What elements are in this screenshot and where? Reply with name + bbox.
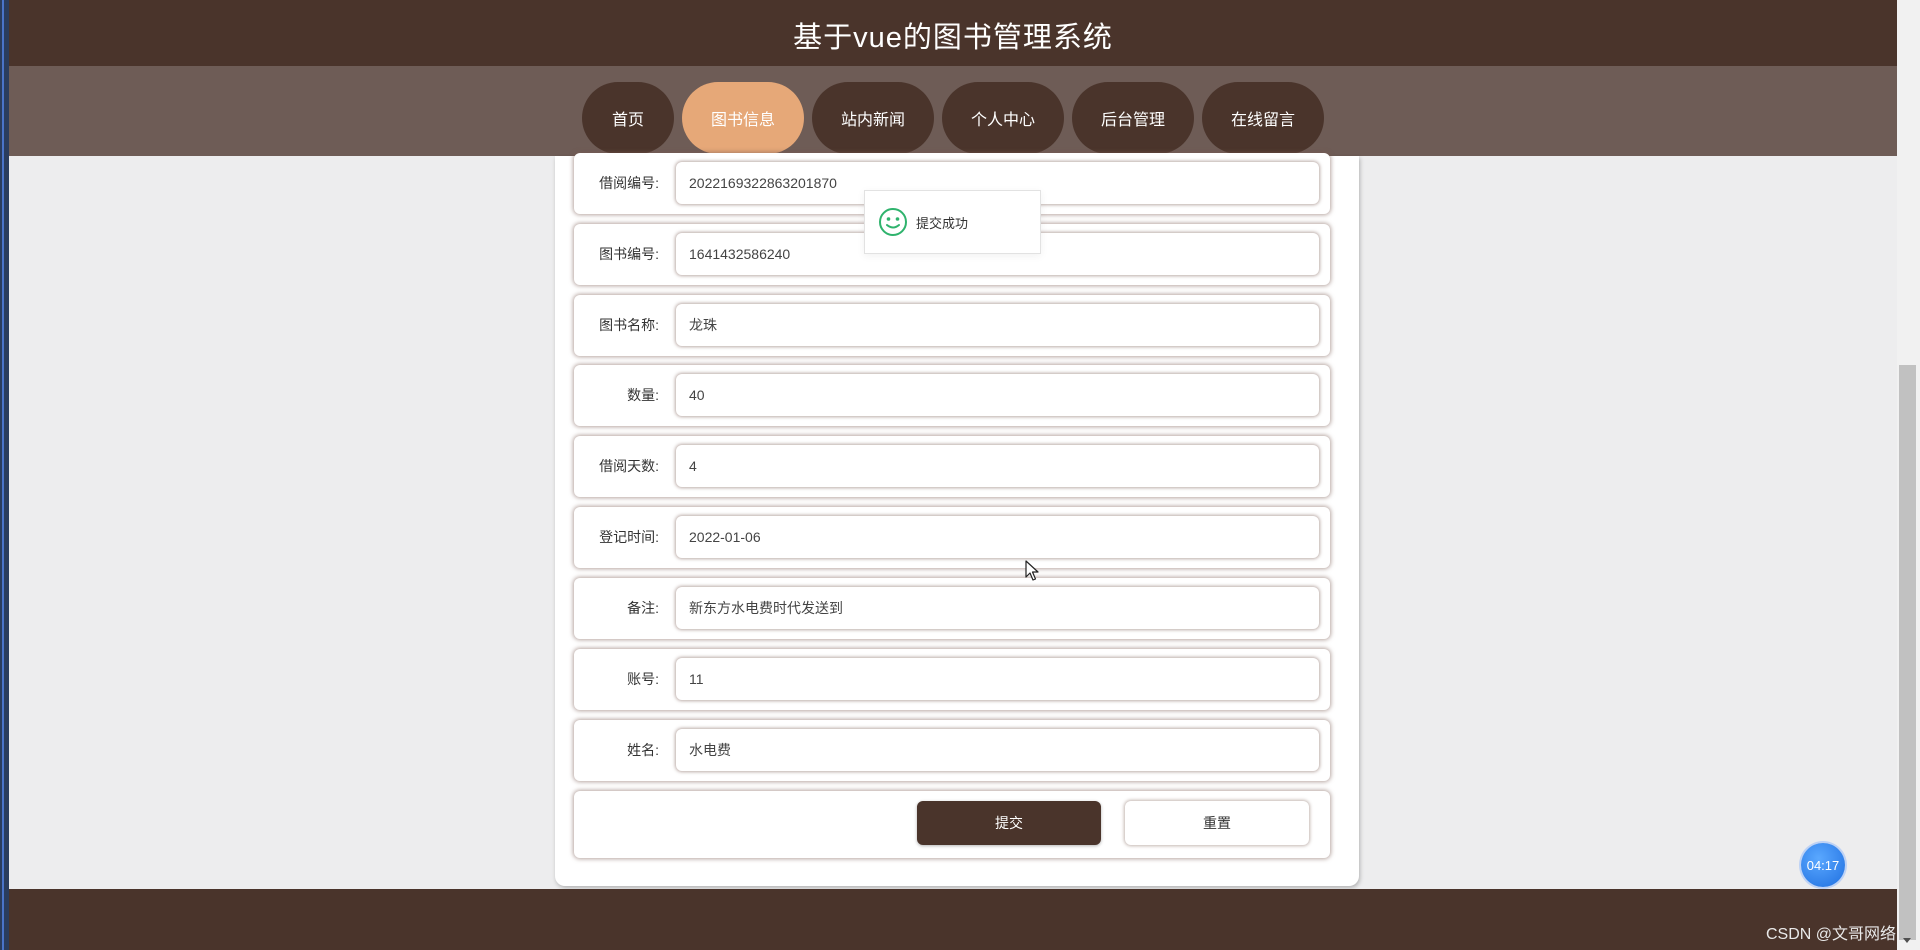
app-root: 基于vue的图书管理系统 首页 图书信息 站内新闻 个人中心 后台管理 在线留言…: [9, 0, 1897, 950]
account-label: 账号:: [627, 671, 659, 687]
remark-label: 备注:: [627, 600, 659, 616]
form-row-account: 账号:: [574, 649, 1330, 710]
book-name-label: 图书名称:: [599, 317, 659, 333]
scrollbar-thumb[interactable]: [1899, 365, 1916, 940]
main-nav: 首页 图书信息 站内新闻 个人中心 后台管理 在线留言: [9, 66, 1897, 156]
mouse-cursor-icon: [1025, 560, 1039, 581]
scroll-down-arrow-icon[interactable]: [1903, 938, 1911, 943]
reset-button[interactable]: 重置: [1125, 801, 1309, 845]
form-actions: 提交 重置: [574, 791, 1330, 858]
borrow-form-card: 借阅编号: 图书编号: 图书名称: 数量: 借阅天数: 登记时间: 备注: 账: [555, 153, 1359, 886]
nav-item-profile[interactable]: 个人中心: [942, 82, 1064, 154]
success-toast: 提交成功: [864, 190, 1041, 254]
nav-item-messages[interactable]: 在线留言: [1202, 82, 1324, 154]
account-input[interactable]: [676, 658, 1319, 700]
register-date-input[interactable]: [676, 516, 1319, 558]
quantity-input[interactable]: [676, 374, 1319, 416]
nav-item-news[interactable]: 站内新闻: [812, 82, 934, 154]
book-id-label: 图书编号:: [599, 246, 659, 262]
name-input[interactable]: [676, 729, 1319, 771]
form-row-book-name: 图书名称:: [574, 295, 1330, 356]
remark-input[interactable]: [676, 587, 1319, 629]
form-row-quantity: 数量:: [574, 365, 1330, 426]
site-title: 基于vue的图书管理系统: [793, 22, 1113, 54]
watermark: CSDN @文哥网络: [1766, 926, 1897, 943]
nav-item-home[interactable]: 首页: [582, 82, 674, 154]
toast-message: 提交成功: [916, 215, 969, 231]
borrow-days-input[interactable]: [676, 445, 1319, 487]
form-row-remark: 备注:: [574, 578, 1330, 639]
form-row-borrow-days: 借阅天数:: [574, 436, 1330, 497]
quantity-label: 数量:: [627, 387, 659, 403]
window-edge-line: [2, 0, 4, 950]
form-row-name: 姓名:: [574, 720, 1330, 781]
borrow-id-label: 借阅编号:: [599, 175, 659, 191]
submit-button[interactable]: 提交: [917, 801, 1101, 845]
site-header: 基于vue的图书管理系统: [9, 0, 1897, 66]
book-name-input[interactable]: [676, 304, 1319, 346]
site-footer: [9, 889, 1897, 950]
window-left-edge: [0, 0, 9, 950]
nav-list: 首页 图书信息 站内新闻 个人中心 后台管理 在线留言: [582, 82, 1324, 154]
nav-item-admin[interactable]: 后台管理: [1072, 82, 1194, 154]
borrow-days-label: 借阅天数:: [599, 458, 659, 474]
smile-icon: [879, 208, 907, 236]
nav-item-books[interactable]: 图书信息: [682, 82, 804, 154]
name-label: 姓名:: [627, 742, 659, 758]
timer-badge: 04:17: [1801, 843, 1845, 887]
form-row-register-date: 登记时间:: [574, 507, 1330, 568]
register-date-label: 登记时间:: [599, 529, 659, 545]
